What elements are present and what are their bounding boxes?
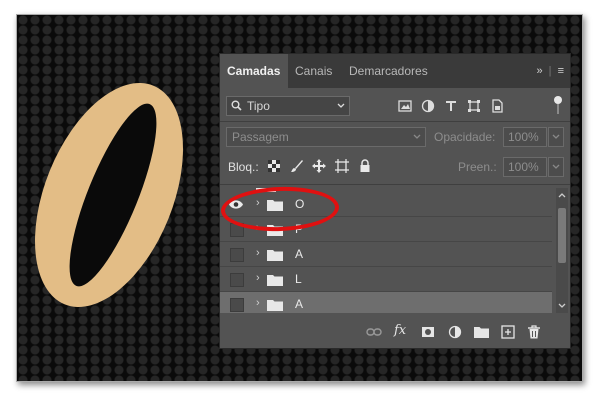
opacity-dropdown[interactable] xyxy=(548,127,564,147)
layer-row[interactable]: › A xyxy=(220,242,552,267)
chevron-right-icon[interactable]: › xyxy=(256,247,260,259)
folder-icon xyxy=(267,275,283,286)
new-layer-icon[interactable] xyxy=(501,325,515,339)
layer-name: A xyxy=(295,247,304,261)
fill-dropdown[interactable] xyxy=(548,157,564,177)
panel-menu-icon[interactable]: ≡ xyxy=(558,65,564,77)
divider: | xyxy=(548,65,552,77)
filter-kind-dropdown[interactable]: Tipo xyxy=(226,96,350,116)
link-icon[interactable] xyxy=(366,326,382,338)
chevron-down-icon xyxy=(552,164,560,169)
lock-artboard-icon[interactable] xyxy=(335,159,349,173)
tab-paths[interactable]: Demarcadores xyxy=(342,54,442,88)
lock-label: Bloq.: xyxy=(228,160,259,174)
layer-row[interactable]: › A xyxy=(220,292,552,313)
smart-object-filter-icon[interactable] xyxy=(490,99,504,113)
adjustment-filter-icon[interactable] xyxy=(421,99,435,113)
fx-icon[interactable]: fx xyxy=(394,323,406,338)
layer-row[interactable]: › L xyxy=(220,267,552,292)
visibility-toggle[interactable] xyxy=(230,298,244,312)
collapse-icon[interactable]: » xyxy=(536,65,542,77)
panel-tab-bar: Camadas Canais Demarcadores » | ≡ xyxy=(220,54,570,88)
opacity-label: Opacidade: xyxy=(434,130,496,144)
visibility-toggle[interactable] xyxy=(230,248,244,262)
type-filter-icon[interactable] xyxy=(444,99,458,113)
layer-name: L xyxy=(295,272,302,286)
image-filter-icon[interactable] xyxy=(398,99,412,113)
mask-icon[interactable] xyxy=(421,325,435,339)
filter-kind-value: Tipo xyxy=(247,99,270,113)
blend-mode-value: Passagem xyxy=(232,130,289,144)
chevron-down-icon xyxy=(413,134,421,139)
blend-mode-dropdown[interactable]: Passagem xyxy=(226,127,426,147)
tab-layers[interactable]: Camadas xyxy=(220,54,288,88)
fill-label: Preen.: xyxy=(458,160,497,174)
panel-controls: » | ≡ xyxy=(536,54,564,88)
lock-position-icon[interactable] xyxy=(312,159,326,173)
layer-scrollbar[interactable] xyxy=(556,188,568,313)
folder-icon xyxy=(267,300,283,311)
screenshot-frame: Camadas Canais Demarcadores » | ≡ Tipo P… xyxy=(16,14,583,382)
scroll-up-icon[interactable] xyxy=(558,192,566,198)
canvas-letter xyxy=(35,82,183,308)
visibility-toggle[interactable] xyxy=(230,273,244,287)
lock-pixels-icon[interactable] xyxy=(290,159,304,173)
filter-toggle[interactable] xyxy=(554,96,562,104)
lock-transparency-icon[interactable] xyxy=(267,159,281,173)
chevron-down-icon xyxy=(552,134,560,139)
lock-all-icon[interactable] xyxy=(358,159,372,173)
divider xyxy=(220,121,570,122)
scroll-down-icon[interactable] xyxy=(558,303,566,309)
chevron-right-icon[interactable]: › xyxy=(256,297,260,309)
folder-icon xyxy=(267,250,283,261)
trash-icon[interactable] xyxy=(527,325,541,339)
panel-footer: fx xyxy=(220,317,570,347)
opacity-field[interactable]: 100% xyxy=(503,127,547,147)
new-group-icon[interactable] xyxy=(474,326,489,338)
search-icon xyxy=(231,100,242,111)
shape-filter-icon[interactable] xyxy=(467,99,481,113)
adjustment-layer-icon[interactable] xyxy=(448,325,462,339)
scroll-thumb[interactable] xyxy=(558,208,566,263)
layer-name: A xyxy=(295,297,304,311)
tab-channels[interactable]: Canais xyxy=(288,54,342,88)
filter-toggle-track xyxy=(557,104,559,114)
chevron-down-icon xyxy=(337,103,345,108)
chevron-right-icon[interactable]: › xyxy=(256,272,260,284)
fill-field[interactable]: 100% xyxy=(503,157,547,177)
divider xyxy=(220,184,570,185)
